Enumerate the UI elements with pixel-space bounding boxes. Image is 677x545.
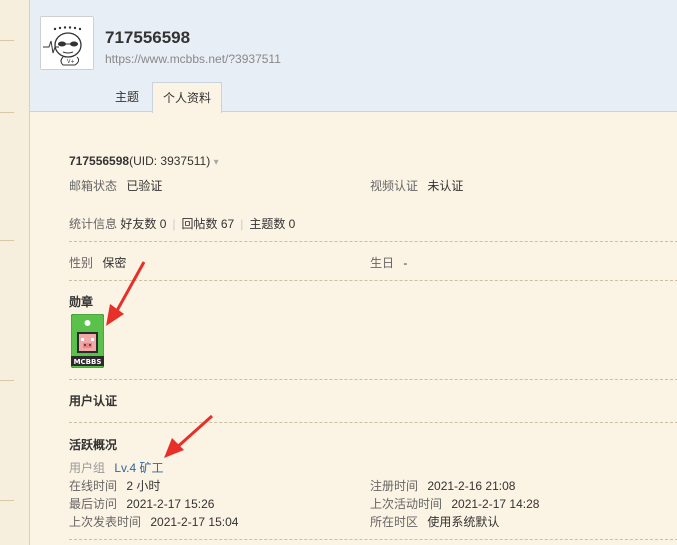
tab-topics[interactable]: 主题 [106, 82, 148, 113]
stats-label: 统计信息 [69, 217, 118, 231]
stats-separator: | [240, 217, 244, 231]
email-status-value: 已验证 [126, 179, 163, 193]
timezone-row: 所在时区 使用系统默认 [370, 513, 499, 530]
profile-header: V+ 717556598 https://www.mcbbs.net/?3937… [30, 0, 677, 113]
sidebar-dash [0, 240, 14, 241]
threads-count-link[interactable]: 主题数 0 [249, 217, 295, 231]
register-time-label: 注册时间 [370, 479, 419, 493]
last-visit-value: 2021-2-17 15:26 [126, 497, 215, 511]
svg-text:V+: V+ [67, 59, 75, 65]
divider [69, 539, 677, 540]
sidebar-dash [0, 112, 14, 113]
divider [69, 241, 677, 242]
user-group-row: 用户组 Lv.4 矿工 [69, 459, 164, 476]
profile-url[interactable]: https://www.mcbbs.net/?3937511 [105, 52, 281, 66]
uid-line: 717556598(UID: 3937511) ▾ [69, 154, 219, 168]
register-time-value: 2021-2-16 21:08 [427, 479, 516, 493]
email-status-row: 邮箱状态 已验证 [69, 177, 162, 194]
uid-text: (UID: 3937511) [129, 154, 211, 168]
register-time-row: 注册时间 2021-2-16 21:08 [370, 477, 515, 494]
profile-username: 717556598 [105, 28, 191, 47]
profile-panel: V+ 717556598 https://www.mcbbs.net/?3937… [29, 0, 677, 545]
stats-separator: | [172, 217, 176, 231]
last-visit-label: 最后访问 [69, 497, 118, 511]
sidebar-dash [0, 380, 14, 381]
birthday-row: 生日 - [370, 254, 407, 271]
replies-count-link[interactable]: 回帖数 67 [182, 217, 235, 231]
email-status-label: 邮箱状态 [69, 179, 118, 193]
last-post-value: 2021-2-17 15:04 [150, 515, 239, 529]
red-arrow-icon [164, 414, 214, 458]
activity-section-title: 活跃概况 [69, 438, 118, 452]
video-auth-value: 未认证 [427, 179, 464, 193]
user-auth-section-title: 用户认证 [69, 394, 118, 408]
last-active-row: 上次活动时间 2021-2-17 14:28 [370, 495, 539, 512]
tab-profile[interactable]: 个人资料 [152, 82, 222, 113]
divider [69, 280, 677, 281]
medal-text: MCBBS [74, 358, 102, 366]
birthday-label: 生日 [370, 256, 395, 270]
user-group-link[interactable]: Lv.4 矿工 [114, 461, 163, 475]
last-post-label: 上次发表时间 [69, 515, 142, 529]
online-time-label: 在线时间 [69, 479, 118, 493]
stats-row: 统计信息 好友数 0 | 回帖数 67 | 主题数 0 [69, 215, 295, 232]
video-auth-label: 视频认证 [370, 179, 419, 193]
sidebar-dash [0, 500, 14, 501]
online-time-value: 2 小时 [126, 479, 161, 493]
friends-count-link[interactable]: 好友数 0 [120, 217, 166, 231]
uid-dropdown-icon[interactable]: ▾ [214, 157, 219, 168]
timezone-label: 所在时区 [370, 515, 419, 529]
left-sidebar-strip [0, 0, 30, 545]
video-auth-row: 视频认证 未认证 [370, 177, 463, 194]
avatar-face-icon: V+ [41, 17, 93, 69]
last-active-value: 2021-2-17 14:28 [451, 497, 540, 511]
timezone-value: 使用系统默认 [427, 515, 500, 529]
birthday-value: - [403, 256, 408, 270]
last-post-row: 上次发表时间 2021-2-17 15:04 [69, 513, 238, 530]
last-active-label: 上次活动时间 [370, 497, 443, 511]
user-group-label: 用户组 [69, 461, 106, 475]
gender-label: 性别 [69, 256, 94, 270]
divider [69, 379, 677, 380]
mcbbs-medal-icon[interactable]: MCBBS [70, 313, 105, 369]
avatar[interactable]: V+ [40, 16, 94, 70]
medal-pig-icon: MCBBS [70, 313, 105, 369]
red-arrow-icon [106, 261, 146, 326]
online-time-row: 在线时间 2 小时 [69, 477, 160, 494]
last-visit-row: 最后访问 2021-2-17 15:26 [69, 495, 214, 512]
sidebar-dash [0, 40, 14, 41]
uid-username: 717556598 [69, 154, 130, 168]
medals-section-title: 勋章 [69, 295, 94, 309]
